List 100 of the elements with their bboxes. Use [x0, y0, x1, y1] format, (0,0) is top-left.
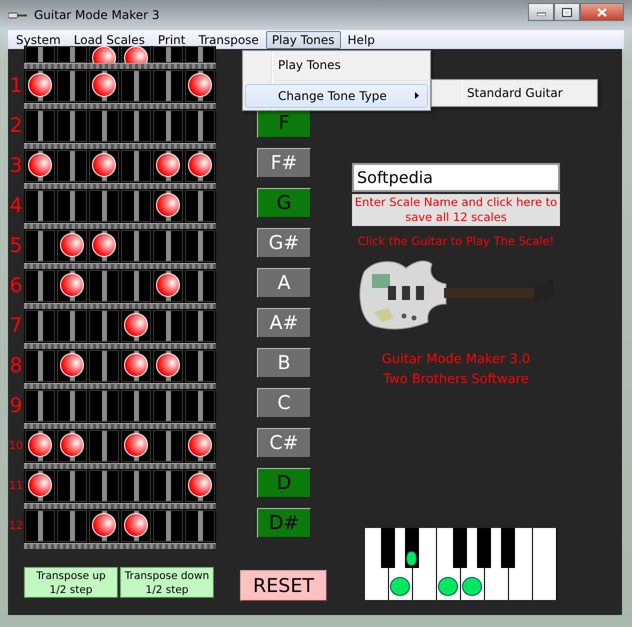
note-button[interactable]: B [257, 348, 311, 378]
fret-cell[interactable] [57, 310, 87, 342]
note-button[interactable]: C [257, 388, 311, 418]
piano-keyboard[interactable] [365, 528, 557, 600]
fret-cell[interactable] [89, 150, 119, 182]
note-button[interactable]: G# [257, 228, 311, 258]
fret-cell[interactable] [153, 430, 183, 462]
fret-cell[interactable] [25, 430, 55, 462]
minimize-button[interactable] [528, 3, 554, 21]
fret-cell[interactable] [153, 150, 183, 182]
fret-cell[interactable] [25, 350, 55, 382]
fret-cell[interactable] [57, 110, 87, 142]
fret-cell[interactable] [121, 230, 151, 262]
note-button[interactable]: D [257, 468, 311, 498]
fret-cell[interactable] [121, 150, 151, 182]
fret-cell[interactable] [153, 510, 183, 542]
fret-cell[interactable] [57, 350, 87, 382]
note-button[interactable]: G [257, 188, 311, 218]
fret-cell[interactable] [57, 510, 87, 542]
fret-cell[interactable] [153, 390, 183, 422]
fret-cell[interactable] [153, 70, 183, 102]
fret-cell[interactable] [89, 470, 119, 502]
fret-cell[interactable] [153, 110, 183, 142]
fret-cell[interactable] [57, 70, 87, 102]
fret-cell[interactable] [57, 430, 87, 462]
fret-cell[interactable] [185, 190, 215, 222]
fret-cell[interactable] [153, 470, 183, 502]
fret-cell[interactable] [89, 430, 119, 462]
sharp-key[interactable] [405, 528, 419, 568]
scale-name-field[interactable]: Softpedia [352, 163, 560, 192]
menu-entry[interactable]: Play Tones [245, 53, 428, 77]
fret-cell[interactable] [153, 46, 183, 63]
fret-cell[interactable] [185, 110, 215, 142]
fret-cell[interactable] [57, 190, 87, 222]
close-button[interactable] [580, 3, 624, 21]
fret-cell[interactable] [25, 150, 55, 182]
fret-cell[interactable] [185, 390, 215, 422]
fret-cell[interactable] [89, 70, 119, 102]
fret-cell[interactable] [89, 230, 119, 262]
fret-cell[interactable] [25, 70, 55, 102]
menu-item[interactable]: Print [152, 30, 192, 48]
fret-cell[interactable] [185, 350, 215, 382]
fret-cell[interactable] [57, 46, 87, 63]
fret-cell[interactable] [89, 390, 119, 422]
note-button[interactable]: A# [257, 308, 311, 338]
note-button[interactable]: D# [257, 508, 311, 538]
fret-cell[interactable] [89, 190, 119, 222]
fret-cell[interactable] [153, 350, 183, 382]
fret-cell[interactable] [25, 390, 55, 422]
fret-cell[interactable] [121, 310, 151, 342]
fret-cell[interactable] [89, 46, 119, 63]
menu-item[interactable]: System [10, 30, 67, 48]
fret-cell[interactable] [185, 310, 215, 342]
fret-cell[interactable] [121, 70, 151, 102]
menu-entry[interactable]: Change Tone Type [245, 84, 428, 108]
natural-key[interactable] [389, 568, 412, 600]
fret-cell[interactable] [25, 110, 55, 142]
note-button[interactable]: F# [257, 148, 311, 178]
fret-cell[interactable] [89, 310, 119, 342]
fret-cell[interactable] [121, 510, 151, 542]
fret-cell[interactable] [153, 310, 183, 342]
menu-item[interactable]: Load Scales [68, 30, 151, 48]
fret-cell[interactable] [153, 190, 183, 222]
fret-cell[interactable] [57, 150, 87, 182]
fret-cell[interactable] [25, 190, 55, 222]
fret-cell[interactable] [121, 46, 151, 63]
fret-cell[interactable] [57, 390, 87, 422]
reset-button[interactable]: RESET [240, 570, 327, 601]
fret-cell[interactable] [185, 510, 215, 542]
menu-entry[interactable]: Standard Guitar [434, 82, 595, 104]
fret-cell[interactable] [25, 310, 55, 342]
fret-cell[interactable] [57, 270, 87, 302]
maximize-button[interactable] [554, 3, 580, 21]
fret-cell[interactable] [25, 230, 55, 262]
fret-cell[interactable] [121, 350, 151, 382]
transpose-button[interactable]: Transpose down 1/2 step [120, 567, 214, 598]
fret-cell[interactable] [121, 430, 151, 462]
note-button[interactable]: A [257, 268, 311, 298]
menu-item[interactable]: Play Tones [266, 30, 341, 48]
fret-cell[interactable] [121, 470, 151, 502]
menu-item[interactable]: Help [342, 30, 381, 48]
fret-cell[interactable] [185, 270, 215, 302]
fret-cell[interactable] [153, 230, 183, 262]
fret-cell[interactable] [121, 110, 151, 142]
fret-cell[interactable] [89, 110, 119, 142]
fret-cell[interactable] [25, 470, 55, 502]
natural-key[interactable] [461, 568, 484, 600]
fret-cell[interactable] [185, 70, 215, 102]
fret-cell[interactable] [89, 510, 119, 542]
fret-cell[interactable] [89, 270, 119, 302]
note-button[interactable]: F [257, 108, 311, 138]
fret-cell[interactable] [57, 230, 87, 262]
fret-cell[interactable] [25, 270, 55, 302]
fret-cell[interactable] [185, 46, 215, 63]
note-button[interactable]: C# [257, 428, 311, 458]
natural-key[interactable] [437, 568, 460, 600]
fret-cell[interactable] [121, 270, 151, 302]
fret-cell[interactable] [185, 430, 215, 462]
transpose-button[interactable]: Transpose up 1/2 step [24, 567, 118, 598]
fret-cell[interactable] [185, 150, 215, 182]
